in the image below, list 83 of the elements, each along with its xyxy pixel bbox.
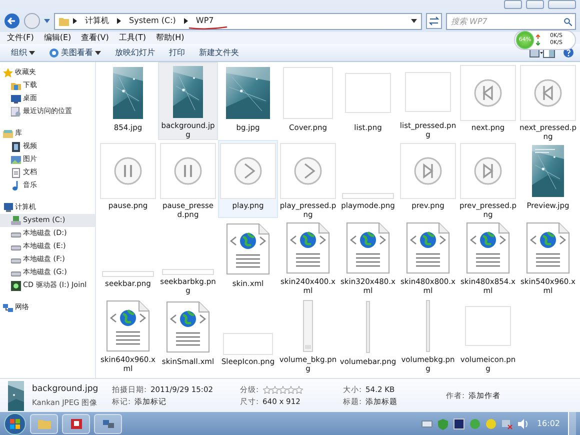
play-button-thumbnail xyxy=(280,143,336,199)
desktop-icon xyxy=(11,94,21,104)
breadcrumb-item[interactable]: 计算机 xyxy=(85,16,109,26)
blank-image-thumbnail xyxy=(223,333,273,355)
toolbar-button[interactable]: 新建文件夹 xyxy=(192,44,246,60)
download-arrow-icon xyxy=(536,40,540,46)
breadcrumb-item[interactable]: System (C:) xyxy=(129,16,176,26)
library-icon xyxy=(3,128,13,138)
keyboard-icon[interactable] xyxy=(420,418,433,430)
menu-item[interactable]: 编辑(E) xyxy=(38,33,76,43)
blank-image-thumbnail xyxy=(405,72,451,112)
star-icon xyxy=(3,68,13,78)
refresh-button[interactable] xyxy=(426,13,442,29)
image-icon xyxy=(11,154,21,164)
menu-item[interactable]: 工具(T) xyxy=(114,33,151,43)
back-button[interactable] xyxy=(4,13,20,29)
file-name: background.jpg xyxy=(32,384,100,395)
film-icon xyxy=(11,142,21,152)
blank-image-thumbnail xyxy=(283,67,333,119)
tray-app-icon[interactable] xyxy=(484,418,497,430)
monitor-icon[interactable] xyxy=(452,418,465,430)
folder-icon xyxy=(11,80,21,90)
recent-places-icon xyxy=(11,106,21,116)
maximize-button[interactable] xyxy=(526,0,544,9)
hand-drawn-underline xyxy=(188,26,228,30)
close-button[interactable] xyxy=(548,0,576,9)
xml-document-icon xyxy=(226,223,270,275)
breadcrumb-item[interactable]: WP7 xyxy=(196,16,214,26)
show-desktop-button[interactable] xyxy=(568,412,576,435)
system-drive-icon xyxy=(11,216,21,226)
caret-icon xyxy=(95,50,101,54)
blank-strip-thumbnail xyxy=(342,193,394,199)
document-icon xyxy=(11,168,21,178)
taskbar-button[interactable] xyxy=(94,414,122,434)
xml-document-icon xyxy=(166,301,210,353)
slider-track-thumbnail xyxy=(426,300,430,352)
network-icon xyxy=(3,302,13,312)
dropdown-arrow-icon[interactable] xyxy=(411,18,417,24)
search-field[interactable]: 搜索 WP7 xyxy=(446,12,576,30)
folder-icon xyxy=(59,16,69,26)
menu-item[interactable]: 查看(V) xyxy=(76,33,114,43)
toolbar-button[interactable]: 放映幻灯片 xyxy=(108,44,162,60)
app-icon xyxy=(49,48,59,58)
start-button[interactable] xyxy=(4,412,26,434)
xml-document-icon xyxy=(466,222,510,274)
volume-icon[interactable] xyxy=(516,418,529,430)
play-button-thumbnail xyxy=(220,143,276,199)
menu-item[interactable]: 帮助(H) xyxy=(151,33,190,43)
blank-image-thumbnail xyxy=(465,306,511,346)
pause-button-thumbnail xyxy=(100,143,156,199)
blank-strip-thumbnail xyxy=(162,269,214,275)
chevron-icon xyxy=(184,18,188,24)
toolbar-button[interactable]: 打印 xyxy=(162,44,192,60)
search-icon xyxy=(564,18,572,26)
next-button-thumbnail xyxy=(460,65,516,121)
disc-drive-icon xyxy=(11,280,21,290)
xml-document-icon xyxy=(406,222,450,274)
app-icon xyxy=(68,416,84,430)
next-button-thumbnail xyxy=(520,65,576,121)
toolbar-button[interactable]: 组织 xyxy=(4,44,42,60)
star-rating[interactable] xyxy=(262,386,303,394)
xml-document-icon xyxy=(106,300,150,352)
previous-button-thumbnail xyxy=(400,143,456,199)
xml-document-icon xyxy=(286,222,330,274)
slider-track-thumbnail xyxy=(366,301,370,353)
menu-item[interactable]: 文件(F) xyxy=(2,33,39,43)
blank-image-thumbnail xyxy=(345,73,391,113)
upload-arrow-icon xyxy=(536,34,540,40)
blank-strip-thumbnail xyxy=(102,271,154,277)
xml-document-icon xyxy=(346,222,390,274)
xml-document-icon xyxy=(526,222,570,274)
previous-button-thumbnail xyxy=(460,143,516,199)
computer-icon xyxy=(3,202,13,212)
chevron-icon xyxy=(117,18,121,24)
minimize-button[interactable] xyxy=(504,0,522,9)
slider-track-thumbnail xyxy=(303,300,313,352)
address-bar[interactable]: 计算机 System (C:) WP7 xyxy=(54,12,422,30)
toolbar-button[interactable]: 美图看看 xyxy=(42,44,108,60)
chevron-icon xyxy=(73,18,77,24)
network-status-icon[interactable] xyxy=(500,418,513,430)
caret-icon xyxy=(29,50,35,54)
pause-button-thumbnail xyxy=(160,143,216,199)
taskbar-button[interactable] xyxy=(62,414,90,434)
